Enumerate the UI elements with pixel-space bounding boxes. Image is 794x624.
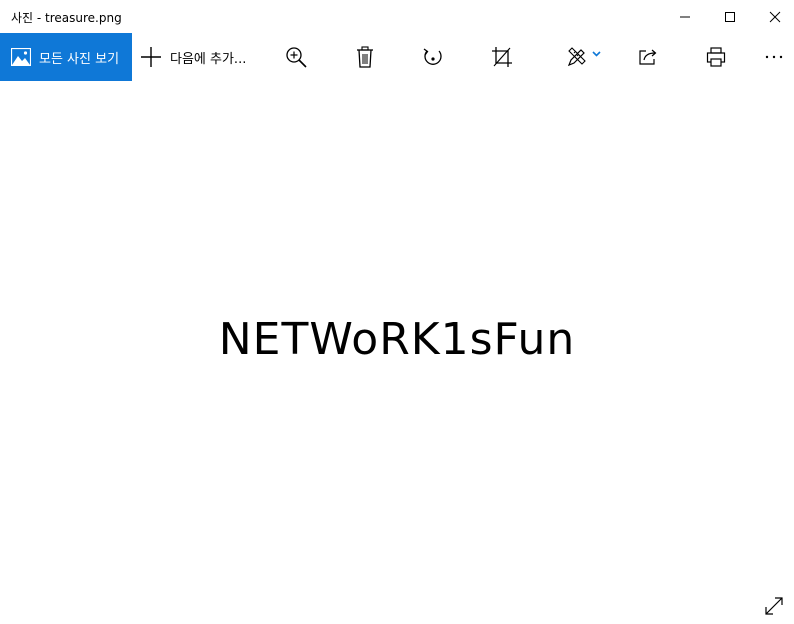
crop-icon <box>491 46 513 68</box>
print-button[interactable] <box>696 33 736 81</box>
close-icon <box>769 11 781 23</box>
photo-canvas: NETWoRK1sFun <box>0 81 794 624</box>
zoom-button[interactable] <box>276 33 316 81</box>
maximize-icon <box>724 11 736 23</box>
share-button[interactable] <box>628 33 668 81</box>
all-photos-button[interactable]: 모든 사진 보기 <box>0 33 132 81</box>
more-options-button[interactable] <box>756 33 792 81</box>
expand-button[interactable] <box>764 596 784 616</box>
photo-gallery-icon <box>11 47 31 67</box>
crop-button[interactable] <box>482 33 522 81</box>
expand-icon <box>764 596 784 616</box>
chevron-down-icon <box>591 51 601 57</box>
add-to-button[interactable]: 다음에 추가... <box>140 33 246 81</box>
toolbar: 모든 사진 보기 다음에 추가... <box>0 33 794 81</box>
edit-create-button[interactable] <box>558 33 608 81</box>
all-photos-label: 모든 사진 보기 <box>39 51 120 67</box>
window-title: 사진 - treasure.png <box>11 11 122 25</box>
rotate-button[interactable] <box>413 33 453 81</box>
more-icon <box>765 55 783 59</box>
delete-button[interactable] <box>345 33 385 81</box>
zoom-in-icon <box>285 46 307 68</box>
plus-icon <box>140 46 162 68</box>
maximize-button[interactable] <box>707 0 753 33</box>
share-icon <box>638 48 658 66</box>
title-bar: 사진 - treasure.png <box>0 0 794 33</box>
rotate-icon <box>422 46 444 68</box>
pen-ruler-icon <box>566 46 588 68</box>
trash-icon <box>356 46 374 68</box>
close-button[interactable] <box>752 0 794 33</box>
minimize-button[interactable] <box>662 0 708 33</box>
printer-icon <box>706 47 726 67</box>
image-text: NETWoRK1sFun <box>218 314 576 365</box>
add-to-label: 다음에 추가... <box>170 51 247 67</box>
minimize-icon <box>679 11 691 23</box>
